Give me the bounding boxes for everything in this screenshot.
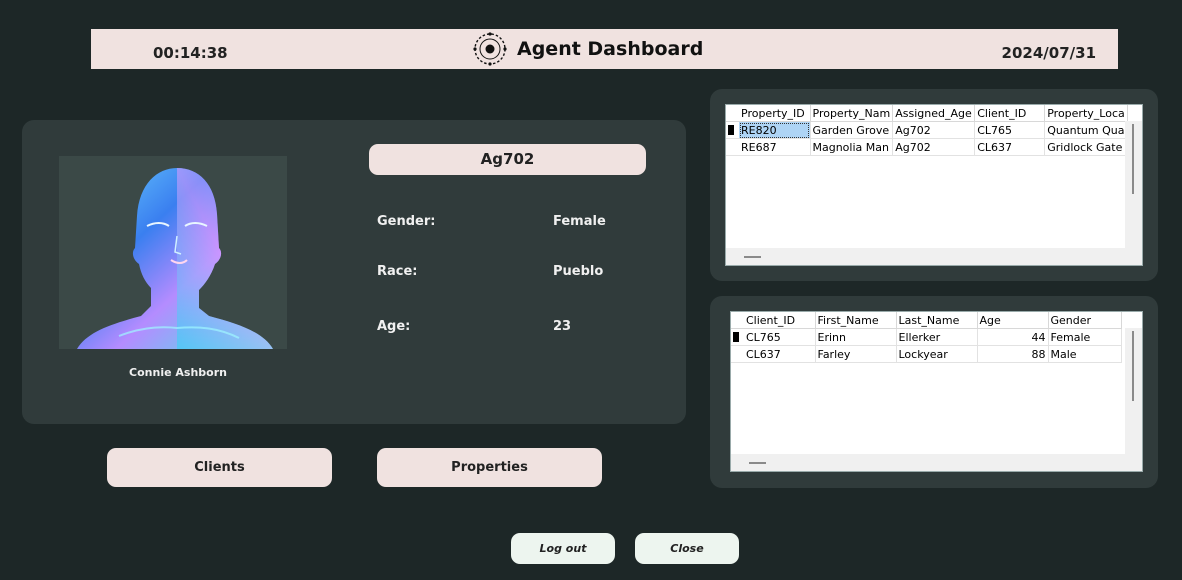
- clients-button[interactable]: Clients: [107, 448, 332, 487]
- agent-portrait: [59, 156, 287, 349]
- table-cell[interactable]: 44: [977, 328, 1049, 346]
- table-cell[interactable]: Female: [1048, 328, 1122, 346]
- column-header[interactable]: First_Name: [815, 312, 897, 329]
- portrait-image: [77, 168, 273, 349]
- column-header[interactable]: Assigned_Age: [892, 105, 976, 122]
- table-cell[interactable]: CL637: [744, 345, 816, 363]
- vertical-scrollbar[interactable]: [1125, 121, 1142, 248]
- row-header-corner: [731, 312, 744, 329]
- table-cell[interactable]: Erinn: [815, 328, 897, 346]
- table-cell[interactable]: Garden Grove: [810, 121, 894, 139]
- age-label: Age:: [377, 319, 411, 334]
- title-group: Agent Dashboard: [473, 32, 703, 66]
- agent-id-badge: Ag702: [369, 144, 646, 175]
- horizontal-scrollbar[interactable]: [726, 248, 1142, 265]
- column-header[interactable]: Property_ID: [739, 105, 811, 122]
- table-row[interactable]: RE820 Garden Grove Ag702 CL765 Quantum Q…: [726, 121, 1128, 139]
- table-cell[interactable]: Ag702: [892, 138, 976, 156]
- table-header-row: Client_ID First_Name Last_Name Age Gende…: [731, 312, 1122, 329]
- table-cell[interactable]: Ellerker: [896, 328, 978, 346]
- clients-table: Client_ID First_Name Last_Name Age Gende…: [731, 312, 1122, 363]
- age-value: 23: [553, 319, 572, 334]
- column-header[interactable]: Client_ID: [974, 105, 1046, 122]
- table-cell[interactable]: Male: [1048, 345, 1122, 363]
- header-bar: 00:14:38 Agent Dashboard 2024/07/31: [91, 29, 1118, 69]
- clients-grid[interactable]: Client_ID First_Name Last_Name Age Gende…: [730, 311, 1143, 472]
- clients-grid-frame: Client_ID First_Name Last_Name Age Gende…: [710, 296, 1158, 488]
- table-cell[interactable]: Magnolia Man: [810, 138, 894, 156]
- clock-time: 00:14:38: [153, 44, 228, 62]
- agent-profile-panel: Connie Ashborn Ag702 Gender: Female Race…: [22, 120, 686, 424]
- table-cell[interactable]: RE687: [739, 138, 811, 156]
- table-row[interactable]: CL765 Erinn Ellerker 44 Female: [731, 328, 1122, 346]
- table-cell[interactable]: CL765: [974, 121, 1046, 139]
- table-cell[interactable]: Lockyear: [896, 345, 978, 363]
- table-cell[interactable]: Quantum Qua: [1044, 121, 1128, 139]
- gender-label: Gender:: [377, 214, 436, 229]
- column-header[interactable]: Property_Loca: [1044, 105, 1128, 122]
- table-cell[interactable]: Ag702: [892, 121, 976, 139]
- radar-target-icon: [473, 32, 507, 66]
- race-value: Pueblo: [553, 264, 604, 279]
- table-row[interactable]: CL637 Farley Lockyear 88 Male: [731, 345, 1122, 363]
- column-header[interactable]: Last_Name: [896, 312, 978, 329]
- column-header[interactable]: Gender: [1048, 312, 1122, 329]
- row-header[interactable]: [731, 345, 744, 363]
- table-cell[interactable]: Farley: [815, 345, 897, 363]
- table-cell[interactable]: RE820: [739, 121, 811, 139]
- row-header[interactable]: [726, 138, 739, 156]
- properties-table: Property_ID Property_Nam Assigned_Age Cl…: [726, 105, 1128, 156]
- table-cell[interactable]: CL637: [974, 138, 1046, 156]
- logout-button[interactable]: Log out: [511, 533, 615, 564]
- table-header-row: Property_ID Property_Nam Assigned_Age Cl…: [726, 105, 1128, 122]
- column-header[interactable]: Age: [977, 312, 1049, 329]
- column-header[interactable]: Property_Nam: [810, 105, 894, 122]
- gender-value: Female: [553, 214, 606, 229]
- race-label: Race:: [377, 264, 418, 279]
- horizontal-scrollbar[interactable]: [731, 454, 1142, 471]
- current-row-indicator[interactable]: [726, 121, 739, 139]
- current-row-indicator[interactable]: [731, 328, 744, 346]
- row-header-corner: [726, 105, 739, 122]
- close-button[interactable]: Close: [635, 533, 739, 564]
- table-cell[interactable]: 88: [977, 345, 1049, 363]
- column-header[interactable]: Client_ID: [744, 312, 816, 329]
- page-title: Agent Dashboard: [517, 38, 704, 60]
- vertical-scrollbar[interactable]: [1125, 328, 1142, 454]
- properties-button[interactable]: Properties: [377, 448, 602, 487]
- table-cell[interactable]: CL765: [744, 328, 816, 346]
- properties-grid-frame: Property_ID Property_Nam Assigned_Age Cl…: [710, 89, 1158, 281]
- table-row[interactable]: RE687 Magnolia Man Ag702 CL637 Gridlock …: [726, 138, 1128, 156]
- properties-grid[interactable]: Property_ID Property_Nam Assigned_Age Cl…: [725, 104, 1143, 266]
- agent-name: Connie Ashborn: [129, 366, 227, 379]
- table-cell[interactable]: Gridlock Gate: [1044, 138, 1128, 156]
- current-date: 2024/07/31: [1001, 44, 1096, 62]
